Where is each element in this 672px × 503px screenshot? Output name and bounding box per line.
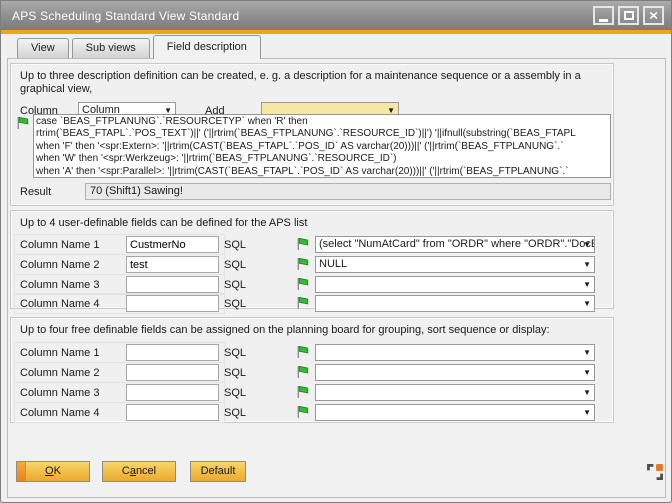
expression-line: when 'W' then '<spr:Werkzeug>: '||rtrim(… <box>36 153 608 165</box>
chevron-down-icon: ▼ <box>583 240 591 250</box>
close-icon: ✕ <box>648 10 658 21</box>
free-column-name-3-label: Column Name 3 <box>20 387 99 399</box>
sql-label: SQL <box>224 239 246 251</box>
expression-line: when 'F' then '<spr:Extern>: '||rtrim(CA… <box>36 141 608 153</box>
sql-label: SQL <box>224 407 246 419</box>
window-controls: ✕ <box>593 6 664 25</box>
sql-select-2[interactable]: NULL ▼ <box>315 256 595 273</box>
chevron-down-icon: ▼ <box>583 299 591 309</box>
column-name-3-input[interactable] <box>126 276 219 293</box>
column-name-4-label: Column Name 4 <box>20 298 99 310</box>
expression-line: rtrim(`BEAS_FTAPL`.`POS_TEXT`)||' ('||rt… <box>36 128 608 140</box>
sql-flag-icon[interactable] <box>295 385 309 402</box>
chevron-down-icon: ▼ <box>583 388 591 398</box>
sql-flag-icon[interactable] <box>295 365 309 382</box>
chevron-down-icon: ▼ <box>583 408 591 418</box>
maximize-icon <box>624 11 634 20</box>
free-column-name-2-input[interactable] <box>126 364 219 381</box>
field-description-page: Up to three description definition can b… <box>7 58 666 498</box>
free-definable-fields-group: Up to four free definable fields can be … <box>10 317 614 423</box>
user-field-row-2: Column Name 2 SQL NULL ▼ <box>11 256 613 275</box>
free-field-row-2: Column Name 2 SQL ▼ <box>11 364 613 383</box>
chevron-down-icon: ▼ <box>583 368 591 378</box>
sql-label: SQL <box>224 298 246 310</box>
maximize-button[interactable] <box>618 6 639 25</box>
resize-grip-icon[interactable] <box>646 463 664 481</box>
sql-label: SQL <box>224 259 246 271</box>
chevron-down-icon: ▼ <box>583 280 591 290</box>
result-field: 70 (Shift1) Sawing! <box>85 183 611 200</box>
aps-scheduling-dialog: APS Scheduling Standard View Standard ✕ … <box>0 0 672 503</box>
free-column-name-4-label: Column Name 4 <box>20 407 99 419</box>
user-definable-fields-group: Up to 4 user-definable fields can be def… <box>10 210 614 309</box>
column-name-1-label: Column Name 1 <box>20 239 99 251</box>
description-intro-text: Up to three description definition can b… <box>20 70 602 96</box>
free-sql-select-3[interactable]: ▼ <box>315 384 595 401</box>
user-field-row-1: Column Name 1 SQL (select "NumAtCard" fr… <box>11 236 613 255</box>
tab-view[interactable]: View <box>17 38 69 58</box>
titlebar[interactable]: APS Scheduling Standard View Standard ✕ <box>1 1 671 30</box>
chevron-down-icon: ▼ <box>583 260 591 270</box>
tab-field-description[interactable]: Field description <box>153 35 261 59</box>
minimize-button[interactable] <box>593 6 614 25</box>
sql-label: SQL <box>224 387 246 399</box>
free-column-name-3-input[interactable] <box>126 384 219 401</box>
default-button[interactable]: Default <box>190 461 246 482</box>
column-name-1-input[interactable] <box>126 236 219 253</box>
user-fields-intro-text: Up to 4 user-definable fields can be def… <box>20 217 602 230</box>
sql-flag-icon[interactable] <box>295 277 309 294</box>
result-label: Result <box>20 186 51 198</box>
expression-line: when 'A' then '<spr:Parallel>: '||rtrim(… <box>36 166 608 178</box>
free-column-name-4-input[interactable] <box>126 404 219 421</box>
free-field-row-4: Column Name 4 SQL ▼ <box>11 404 613 423</box>
ok-button[interactable]: OK <box>16 461 90 482</box>
expression-flag-icon[interactable] <box>15 116 29 133</box>
column-name-2-label: Column Name 2 <box>20 259 99 271</box>
close-button[interactable]: ✕ <box>643 6 664 25</box>
description-definition-group: Up to three description definition can b… <box>10 63 614 206</box>
default-button-label: Default <box>201 465 236 477</box>
user-field-row-4: Column Name 4 SQL ▼ <box>11 295 613 314</box>
free-column-name-1-input[interactable] <box>126 344 219 361</box>
free-field-row-1: Column Name 1 SQL ▼ <box>11 344 613 363</box>
sql-label: SQL <box>224 347 246 359</box>
expression-line: case `BEAS_FTPLANUNG`.`RESOURCETYP` when… <box>36 116 608 128</box>
column-name-4-input[interactable] <box>126 295 219 312</box>
sql-select-3[interactable]: ▼ <box>315 276 595 293</box>
free-field-row-3: Column Name 3 SQL ▼ <box>11 384 613 403</box>
sql-flag-icon[interactable] <box>295 345 309 362</box>
column-name-3-label: Column Name 3 <box>20 279 99 291</box>
tab-strip: View Sub views Field description <box>1 34 671 58</box>
sql-flag-icon[interactable] <box>295 237 309 254</box>
free-sql-select-2[interactable]: ▼ <box>315 364 595 381</box>
sql-flag-icon[interactable] <box>295 257 309 274</box>
chevron-down-icon: ▼ <box>583 348 591 358</box>
free-column-name-1-label: Column Name 1 <box>20 347 99 359</box>
free-sql-select-4[interactable]: ▼ <box>315 404 595 421</box>
sql-label: SQL <box>224 279 246 291</box>
window-title: APS Scheduling Standard View Standard <box>12 9 593 23</box>
minimize-icon <box>599 19 608 22</box>
sql-select-1[interactable]: (select "NumAtCard" from "ORDR" where "O… <box>315 236 595 253</box>
sql-select-1-value: (select "NumAtCard" from "ORDR" where "O… <box>319 238 595 250</box>
sql-flag-icon[interactable] <box>295 405 309 422</box>
description-expression-editor[interactable]: case `BEAS_FTPLANUNG`.`RESOURCETYP` when… <box>33 114 611 178</box>
free-column-name-2-label: Column Name 2 <box>20 367 99 379</box>
free-sql-select-1[interactable]: ▼ <box>315 344 595 361</box>
sql-label: SQL <box>224 367 246 379</box>
sql-select-2-value: NULL <box>319 258 347 270</box>
free-fields-intro-text: Up to four free definable fields can be … <box>20 324 602 337</box>
cancel-button-label: C <box>122 465 130 477</box>
cancel-button[interactable]: Cancel <box>102 461 176 482</box>
sql-select-4[interactable]: ▼ <box>315 295 595 312</box>
tab-sub-views[interactable]: Sub views <box>72 38 150 58</box>
column-name-2-input[interactable] <box>126 256 219 273</box>
sql-flag-icon[interactable] <box>295 296 309 313</box>
default-button-stripe <box>17 462 26 481</box>
